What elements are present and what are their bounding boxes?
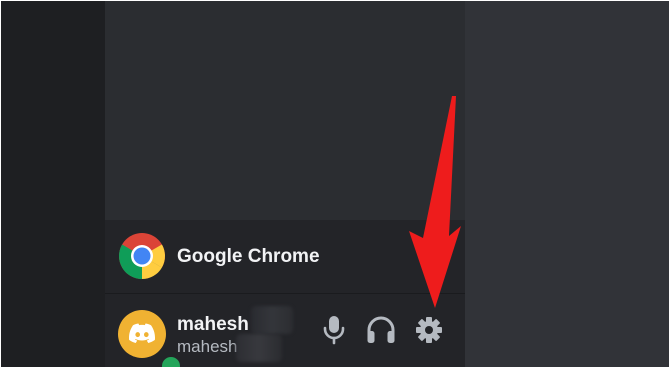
gear-icon bbox=[416, 317, 442, 343]
avatar[interactable] bbox=[118, 310, 184, 367]
redacted-username-suffix bbox=[236, 334, 282, 362]
deafen-button[interactable] bbox=[365, 314, 397, 346]
redacted-display-name-suffix bbox=[251, 306, 293, 334]
server-rail bbox=[1, 1, 105, 367]
red-arrow-annotation bbox=[409, 96, 461, 308]
google-chrome-icon bbox=[119, 233, 165, 279]
activity-app-name: Google Chrome bbox=[177, 246, 320, 267]
display-name[interactable]: mahesh bbox=[177, 314, 249, 336]
mute-microphone-button[interactable] bbox=[318, 314, 350, 346]
main-content-pane bbox=[465, 1, 669, 367]
headphones-icon bbox=[367, 316, 395, 343]
discord-logo-icon bbox=[129, 323, 155, 343]
discord-window: Google Chrome mahesh mahesh bbox=[1, 1, 669, 367]
username[interactable]: mahesh bbox=[177, 337, 237, 357]
microphone-icon bbox=[323, 316, 345, 345]
user-settings-button[interactable] bbox=[413, 314, 445, 346]
